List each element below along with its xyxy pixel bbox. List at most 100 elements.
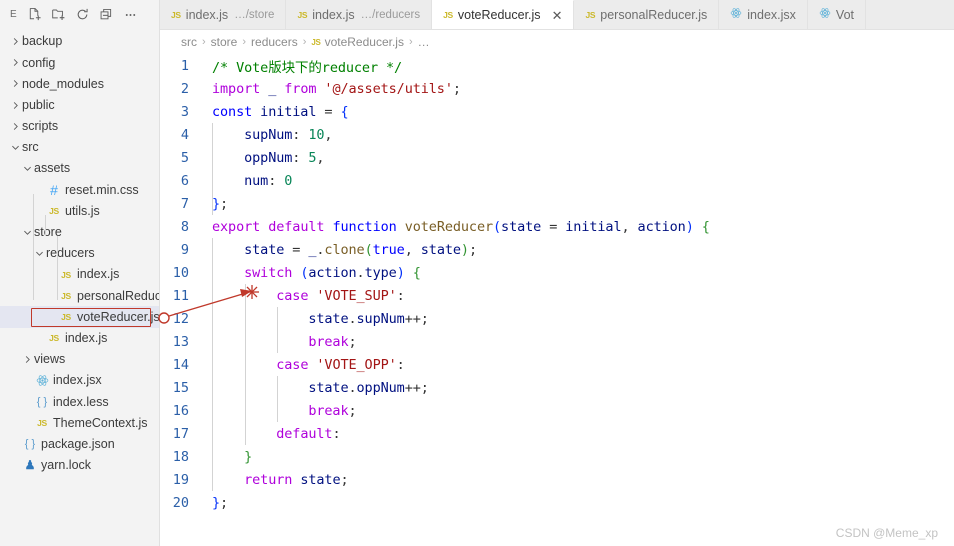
line-number: 8 [180,218,189,235]
code-line-text: state.oppNum++; [202,380,429,396]
tree-item-package-json[interactable]: { } package.json [0,434,159,455]
editor-tab-votereducer-js-2[interactable]: JS voteReducer.js ✕ [432,0,575,29]
code-token: : [396,287,405,304]
tree-indent-guide [57,236,58,300]
code-line[interactable]: 4 supNum: 10, [160,123,954,146]
refresh-icon[interactable] [74,6,90,22]
code-line[interactable]: 17 default: [160,422,954,445]
code-line[interactable]: 11 case 'VOTE_SUP': [160,284,954,307]
code-line[interactable]: 6 num: 0 [160,169,954,192]
tree-item-personalreduce-[interactable]: JS personalReduce… [0,285,159,306]
tree-item-scripts[interactable]: scripts [0,116,159,137]
tree-item-themecontext-js[interactable]: JS ThemeContext.js [0,412,159,433]
more-actions-icon[interactable] [122,6,138,22]
code-line[interactable]: 16 break; [160,399,954,422]
chevron-right-icon[interactable] [8,34,22,50]
editor-tab-bar[interactable]: JS index.js …/store JS index.js …/reducers JS v… [160,0,954,30]
close-icon[interactable]: ✕ [552,9,563,22]
tree-item-utils-js[interactable]: JS utils.js [0,201,159,222]
tree-item-src[interactable]: src [0,137,159,158]
code-token: , [621,218,638,235]
indent-guide [277,376,279,422]
code-line[interactable]: 5 oppNum: 5, [160,146,954,169]
code-line[interactable]: 12 state.supNum++; [160,307,954,330]
code-line[interactable]: 20}; [160,491,954,514]
tree-item-public[interactable]: public [0,95,159,116]
chevron-right-icon[interactable] [20,351,34,367]
code-line[interactable]: 19 return state; [160,468,954,491]
collapse-all-icon[interactable] [98,6,114,22]
new-folder-icon[interactable] [50,6,66,22]
code-line[interactable]: 18 } [160,445,954,468]
breadcrumb[interactable]: src › store › reducers › JS voteReducer.js ›… [160,30,954,54]
tree-item-yarn-lock[interactable]: ♟ yarn.lock [0,455,159,476]
line-number: 6 [180,172,189,189]
editor-tab-index-js-1[interactable]: JS index.js …/reducers [286,0,433,29]
tree-item-node-modules[interactable]: node_modules [0,73,159,94]
chevron-right-icon[interactable] [8,118,22,134]
tree-item-reducers[interactable]: reducers [0,243,159,264]
code-line[interactable]: 3 const initial = { [160,100,954,123]
js-file-icon: JS [311,37,321,47]
tree-item-assets[interactable]: assets [0,158,159,179]
js-file-icon: JS [585,9,596,20]
chevron-right-icon[interactable] [8,55,22,71]
chevron-right-icon[interactable] [8,76,22,92]
code-line-text: import _ from '@/assets/utils'; [202,81,461,97]
tree-item-index-js[interactable]: JS index.js [0,264,159,285]
chevron-down-icon[interactable] [8,140,22,156]
chevron-down-icon[interactable] [32,245,46,261]
code-line[interactable]: 15 state.oppNum++; [160,376,954,399]
code-editor[interactable]: 1 /* Vote版块下的reducer */ 2 import _ from '@/… [160,54,954,546]
tree-item-index-jsx[interactable]: index.jsx [0,370,159,391]
tree-item-config[interactable]: config [0,52,159,73]
code-token: num [244,172,269,189]
code-token: oppNum [356,379,405,396]
tree-item-store[interactable]: store [0,222,159,243]
code-line[interactable]: 10 switch (action.type) { [160,261,954,284]
code-line[interactable]: 14 case 'VOTE_OPP': [160,353,954,376]
tree-item-backup[interactable]: backup [0,31,159,52]
chevron-right-icon[interactable] [8,97,22,113]
file-tree[interactable]: backup config node_modulespublic scripts src… [0,28,159,546]
editor-tab-index-js-0[interactable]: JS index.js …/store [160,0,287,29]
tree-item-index-less[interactable]: { } index.less [0,391,159,412]
editor-tab-personalreducer-js-3[interactable]: JS personalReducer.js [574,0,720,29]
chevron-down-icon[interactable] [20,224,34,240]
tree-item-views[interactable]: views [0,349,159,370]
code-token: . [348,310,357,327]
js-file-icon: JS [37,417,47,428]
code-token: ; [340,471,349,488]
tree-item-label: config [22,55,56,70]
code-line[interactable]: 1 /* Vote版块下的reducer */ [160,54,954,77]
breadcrumb-item[interactable]: src [181,35,197,49]
code-token: supNum [356,310,405,327]
tree-item-label: index.js [77,267,120,282]
editor-tab-vot-5[interactable]: Vot [807,0,866,29]
new-file-icon[interactable] [26,6,42,22]
chevron-down-icon[interactable] [20,161,34,177]
code-token: import [212,80,261,97]
code-token: ; [468,241,477,258]
tree-item-votereducer-js[interactable]: JS voteReducer.js [0,306,159,328]
breadcrumb-item[interactable]: store [211,35,238,49]
code-line[interactable]: 9 state = _.clone(true, state); [160,238,954,261]
code-line[interactable]: 2 import _ from '@/assets/utils'; [160,77,954,100]
code-line[interactable]: 8 export default function voteReducer(sta… [160,215,954,238]
code-token: '@/assets/utils' [324,80,453,97]
tree-item-index-js[interactable]: JS index.js [0,328,159,349]
code-token: true [372,241,405,258]
breadcrumb-item[interactable]: reducers [251,35,298,49]
editor-tab-index-jsx-4[interactable]: index.jsx [719,0,808,29]
tree-item-label: node_modules [22,76,105,91]
code-line[interactable]: 13 break; [160,330,954,353]
breadcrumb-item[interactable]: … [418,35,430,49]
tree-item-reset-min-css[interactable]: # reset.min.css [0,179,159,200]
code-line[interactable]: 7}; [160,192,954,215]
watermark: CSDN @Meme_xp [835,526,938,540]
breadcrumb-item[interactable]: voteReducer.js [325,35,404,49]
